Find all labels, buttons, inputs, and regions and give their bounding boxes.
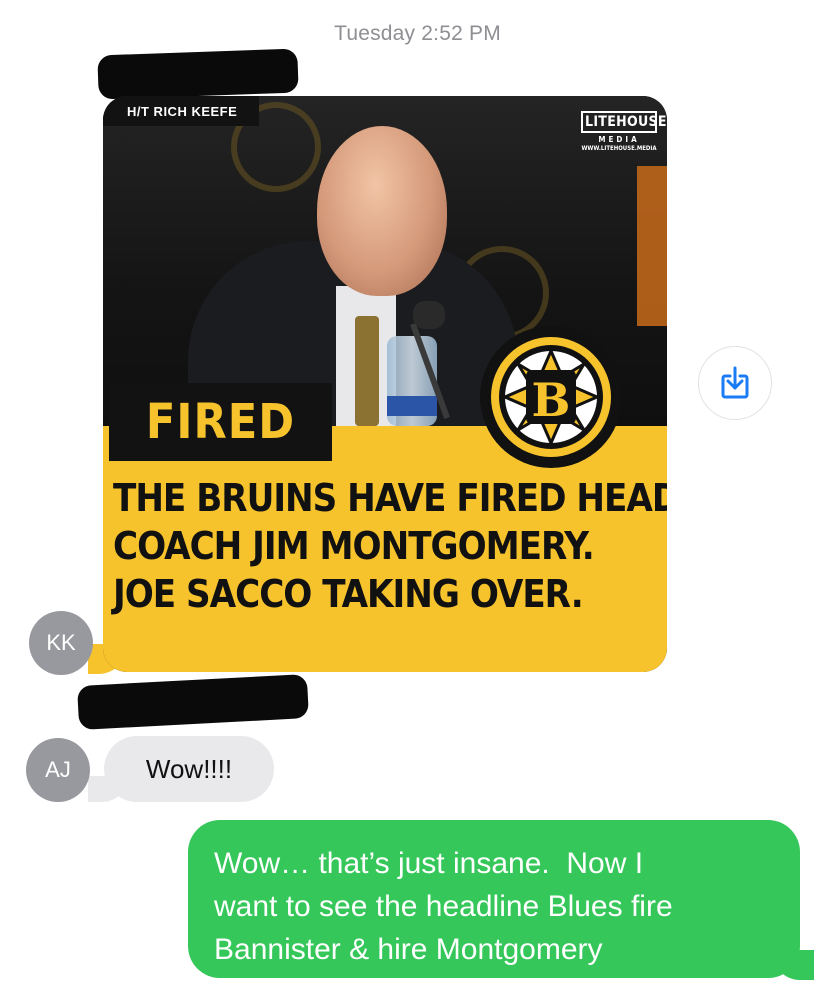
sent-message-bubble[interactable]: Wow… that’s just insane. Now I want to s… xyxy=(188,820,800,978)
headline-line: JOE SACCO TAKING OVER. xyxy=(113,572,584,616)
headline-line: THE BRUINS HAVE FIRED HEAD xyxy=(113,476,667,520)
coach-tie xyxy=(355,316,379,426)
watermark-url: WWW.LITEHOUSE.MEDIA xyxy=(581,145,657,152)
save-image-button[interactable] xyxy=(698,346,772,420)
redacted-sender-name xyxy=(77,674,309,730)
message-line: want to see the headline Blues fire xyxy=(214,890,673,923)
download-icon xyxy=(721,366,749,399)
message-timestamp: Tuesday 2:52 PM xyxy=(334,22,501,45)
avatar-aj[interactable]: AJ xyxy=(26,738,90,802)
message-line: Wow… that’s just insane. Now I xyxy=(214,847,644,880)
water-bottle-label xyxy=(387,396,437,416)
coach-photo xyxy=(317,126,447,296)
avatar-kk[interactable]: KK xyxy=(29,611,93,675)
watermark-subtitle: MEDIA xyxy=(598,135,640,144)
headline-line: COACH JIM MONTGOMERY. xyxy=(113,524,595,568)
image-message[interactable]: H/T RICH KEEFE LITEHOUSE MEDIA WWW.LITEH… xyxy=(103,96,667,672)
background-banner xyxy=(637,166,667,326)
microphone-icon xyxy=(413,301,445,329)
litehouse-media-logo: LITEHOUSE MEDIA WWW.LITEHOUSE.MEDIA xyxy=(581,111,666,152)
fired-badge: FIRED xyxy=(109,383,332,461)
headline: THE BRUINS HAVE FIRED HEAD COACH JIM MON… xyxy=(113,474,667,618)
bruins-logo-icon: B xyxy=(480,326,622,468)
photo-credit: H/T RICH KEEFE xyxy=(103,96,259,126)
redacted-sender-name xyxy=(97,48,299,100)
message-line: Bannister & hire Montgomery xyxy=(214,933,603,966)
bruins-logo-letter: B xyxy=(532,373,571,427)
watermark-title: LITEHOUSE xyxy=(581,111,666,133)
received-message-bubble[interactable]: Wow!!!! xyxy=(104,736,274,802)
